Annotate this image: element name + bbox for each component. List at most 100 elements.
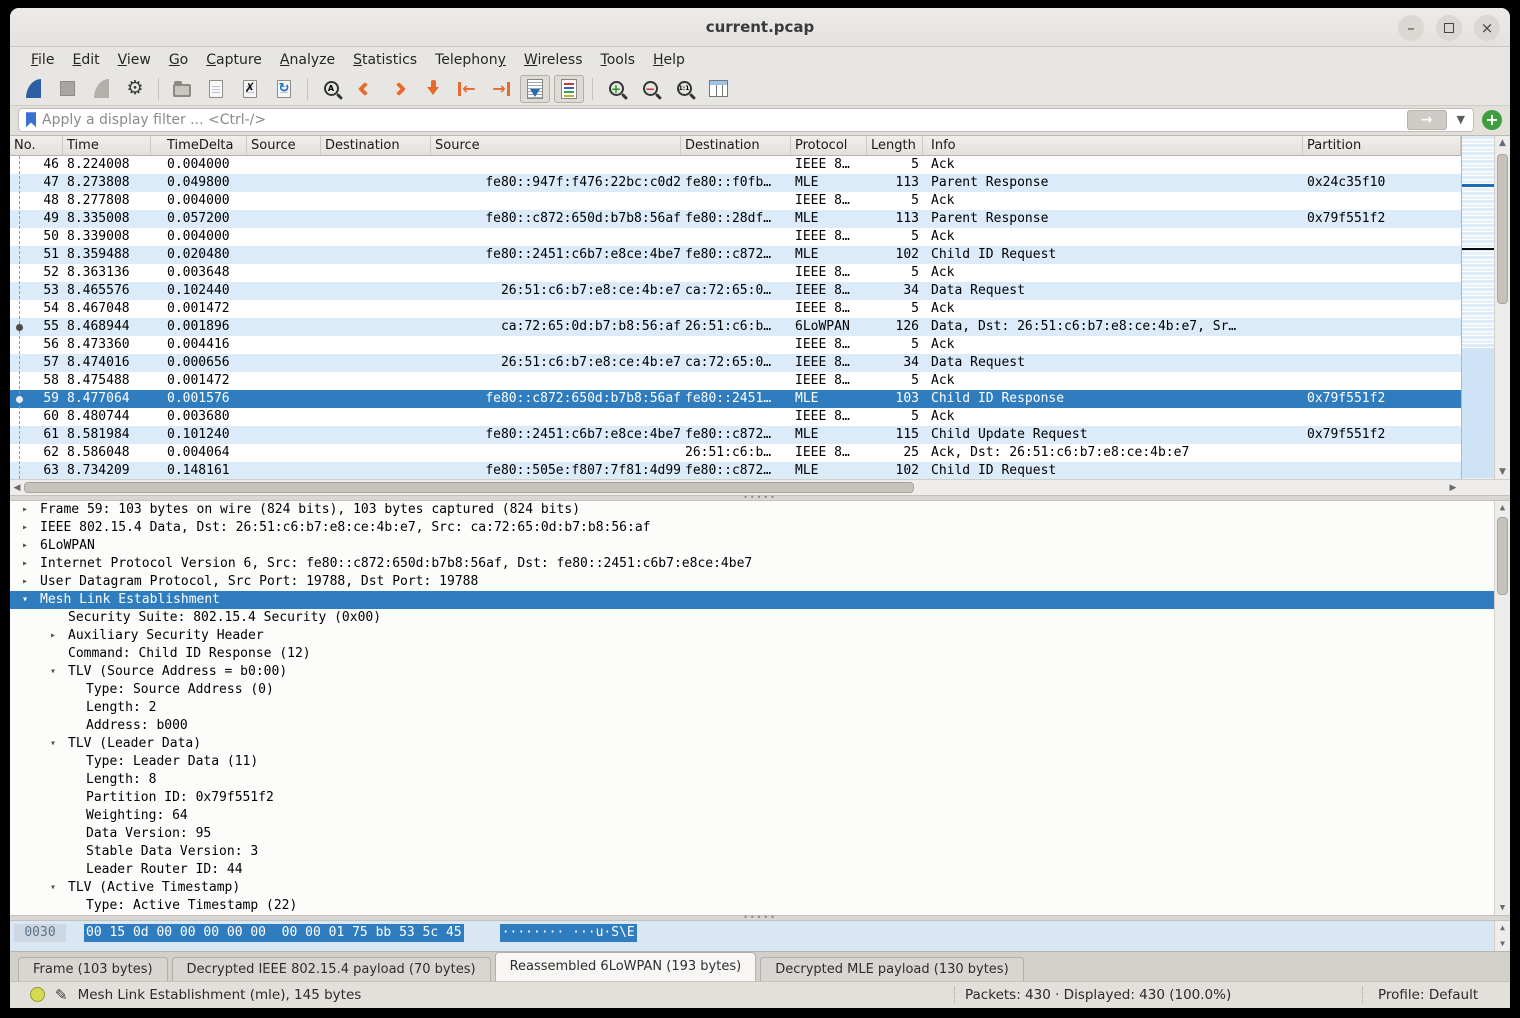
titlebar[interactable]: current.pcap – × xyxy=(10,8,1510,47)
bytes-tab[interactable]: Decrypted IEEE 802.15.4 payload (70 byte… xyxy=(172,957,491,981)
close-file-button[interactable]: ✗ xyxy=(235,75,265,103)
intelligent-scrollbar-minimap[interactable] xyxy=(1461,136,1494,479)
capture-options-button[interactable]: ⚙ xyxy=(120,75,150,103)
scroll-right-arrow[interactable]: ▶ xyxy=(1446,480,1460,495)
colorize-toggle[interactable] xyxy=(554,75,584,103)
bytes-vscrollbar[interactable]: ▲ ▼ xyxy=(1494,921,1510,950)
packet-row-62[interactable]: 628.5860480.00406426:51:c6:b…IEEE 8…25Ac… xyxy=(10,444,1461,462)
filter-dropdown-caret[interactable]: ▼ xyxy=(1453,113,1469,126)
hex-bytes[interactable]: 00 15 0d 00 00 00 00 00 00 00 01 75 bb 5… xyxy=(84,924,464,942)
expander-closed-icon[interactable]: ▸ xyxy=(18,537,32,555)
expander-open-icon[interactable]: ▾ xyxy=(46,663,60,681)
expander-open-icon[interactable]: ▾ xyxy=(46,879,60,897)
expander-closed-icon[interactable]: ▸ xyxy=(18,501,32,519)
detail-row[interactable]: ▸IEEE 802.15.4 Data, Dst: 26:51:c6:b7:e8… xyxy=(10,519,1494,537)
column-header-time[interactable]: Time xyxy=(63,136,151,155)
column-header-protocol[interactable]: Protocol xyxy=(791,136,867,155)
detail-row[interactable]: Length: 2 xyxy=(10,699,1494,717)
previous-packet-button[interactable] xyxy=(350,75,380,103)
menu-go[interactable]: Go xyxy=(160,49,197,71)
scroll-up-arrow[interactable]: ▲ xyxy=(1495,501,1510,515)
detail-row[interactable]: ▾TLV (Leader Data) xyxy=(10,735,1494,753)
menu-file[interactable]: File xyxy=(22,49,63,71)
start-capture-button[interactable] xyxy=(18,75,48,103)
bytes-tab[interactable]: Reassembled 6LoWPAN (193 bytes) xyxy=(495,952,757,981)
detail-row[interactable]: Type: Active Timestamp (22) xyxy=(10,897,1494,915)
detail-row[interactable]: Type: Leader Data (11) xyxy=(10,753,1494,771)
column-header-source[interactable]: Source xyxy=(431,136,681,155)
detail-row[interactable]: Type: Source Address (0) xyxy=(10,681,1494,699)
detail-row[interactable]: ▾TLV (Active Timestamp) xyxy=(10,879,1494,897)
first-packet-button[interactable]: ← xyxy=(452,75,482,103)
scroll-down-arrow[interactable]: ▼ xyxy=(1495,465,1510,479)
detail-row[interactable]: Leader Router ID: 44 xyxy=(10,861,1494,879)
bytes-tab[interactable]: Frame (103 bytes) xyxy=(18,957,168,981)
goto-packet-button[interactable] xyxy=(418,75,448,103)
menu-wireless[interactable]: Wireless xyxy=(515,49,592,71)
apply-filter-button[interactable]: → xyxy=(1407,110,1447,130)
detail-row[interactable]: ▸6LoWPAN xyxy=(10,537,1494,555)
scroll-thumb[interactable] xyxy=(1497,517,1508,595)
packet-row-50[interactable]: 508.3390080.004000IEEE 8…5Ack xyxy=(10,228,1461,246)
status-profile[interactable]: Profile: Default xyxy=(1378,982,1478,1008)
packet-row-63[interactable]: 638.7342090.148161fe80::505e:f807:7f81:4… xyxy=(10,462,1461,479)
open-file-button[interactable] xyxy=(167,75,197,103)
expander-closed-icon[interactable]: ▸ xyxy=(18,519,32,537)
hex-ascii[interactable]: ········ ···u·S\E xyxy=(500,924,637,942)
packet-row-48[interactable]: 488.2778080.004000IEEE 8…5Ack xyxy=(10,192,1461,210)
expander-closed-icon[interactable]: ▸ xyxy=(18,573,32,591)
column-header-timedelta[interactable]: TimeDelta xyxy=(151,136,247,155)
capture-comment-icon[interactable]: ✎ xyxy=(55,986,68,1004)
detail-row[interactable]: ▾TLV (Source Address = b0:00) xyxy=(10,663,1494,681)
zoom-out-button[interactable]: − xyxy=(635,75,665,103)
packet-row-55[interactable]: 558.4689440.001896ca:72:65:0d:b7:b8:56:a… xyxy=(10,318,1461,336)
details-vscrollbar[interactable]: ▲ ▼ xyxy=(1494,501,1510,915)
close-button[interactable]: × xyxy=(1474,15,1500,41)
detail-row[interactable]: ▸Auxiliary Security Header xyxy=(10,627,1494,645)
packet-row-58[interactable]: 588.4754880.001472IEEE 8…5Ack xyxy=(10,372,1461,390)
scroll-down-arrow[interactable]: ▼ xyxy=(1495,938,1510,950)
packet-list-hscrollbar[interactable]: ◀ ▶ xyxy=(10,479,1510,495)
display-filter-input[interactable] xyxy=(42,112,1401,128)
add-filter-button[interactable]: + xyxy=(1482,110,1502,130)
bookmark-icon[interactable] xyxy=(26,112,36,127)
column-header-source[interactable]: Source xyxy=(247,136,321,155)
packet-row-59[interactable]: 598.4770640.001576fe80::c872:650d:b7b8:5… xyxy=(10,390,1461,408)
detail-row[interactable]: ▸Frame 59: 103 bytes on wire (824 bits),… xyxy=(10,501,1494,519)
restart-capture-button[interactable] xyxy=(86,75,116,103)
scroll-thumb[interactable] xyxy=(24,482,914,493)
menu-capture[interactable]: Capture xyxy=(197,49,271,71)
menu-help[interactable]: Help xyxy=(644,49,694,71)
packet-row-53[interactable]: 538.4655760.10244026:51:c6:b7:e8:ce:4b:e… xyxy=(10,282,1461,300)
resize-columns-button[interactable] xyxy=(703,75,733,103)
menu-statistics[interactable]: Statistics xyxy=(344,49,426,71)
detail-row[interactable]: Partition ID: 0x79f551f2 xyxy=(10,789,1494,807)
column-header-no[interactable]: No. xyxy=(10,136,63,155)
scroll-thumb[interactable] xyxy=(1497,154,1508,304)
expert-info-icon[interactable] xyxy=(30,987,45,1002)
column-header-partition[interactable]: Partition xyxy=(1303,136,1461,155)
menu-telephony[interactable]: Telephony xyxy=(426,49,515,71)
detail-row[interactable]: Data Version: 95 xyxy=(10,825,1494,843)
packet-row-51[interactable]: 518.3594880.020480fe80::2451:c6b7:e8ce:4… xyxy=(10,246,1461,264)
scroll-left-arrow[interactable]: ◀ xyxy=(10,480,24,495)
next-packet-button[interactable] xyxy=(384,75,414,103)
detail-row[interactable]: Weighting: 64 xyxy=(10,807,1494,825)
packet-bytes-pane[interactable]: 0030 00 15 0d 00 00 00 00 00 00 00 01 75… xyxy=(10,921,1510,950)
detail-row[interactable]: ▾Mesh Link Establishment xyxy=(10,591,1494,609)
stop-capture-button[interactable] xyxy=(52,75,82,103)
packet-row-57[interactable]: 578.4740160.00065626:51:c6:b7:e8:ce:4b:e… xyxy=(10,354,1461,372)
last-packet-button[interactable]: → xyxy=(486,75,516,103)
packet-row-49[interactable]: 498.3350080.057200fe80::c872:650d:b7b8:5… xyxy=(10,210,1461,228)
packet-list-vscrollbar[interactable]: ▲ ▼ xyxy=(1494,136,1510,479)
detail-row[interactable]: Security Suite: 802.15.4 Security (0x00) xyxy=(10,609,1494,627)
menu-analyze[interactable]: Analyze xyxy=(271,49,344,71)
packet-row-47[interactable]: 478.2738080.049800fe80::947f:f476:22bc:c… xyxy=(10,174,1461,192)
packet-row-61[interactable]: 618.5819840.101240fe80::2451:c6b7:e8ce:4… xyxy=(10,426,1461,444)
menu-view[interactable]: View xyxy=(109,49,160,71)
display-filter-field[interactable]: → ▼ xyxy=(18,108,1474,132)
maximize-button[interactable] xyxy=(1436,15,1462,41)
minimize-button[interactable]: – xyxy=(1398,15,1424,41)
zoom-original-button[interactable]: 1:1 xyxy=(669,75,699,103)
expander-open-icon[interactable]: ▾ xyxy=(18,591,32,609)
